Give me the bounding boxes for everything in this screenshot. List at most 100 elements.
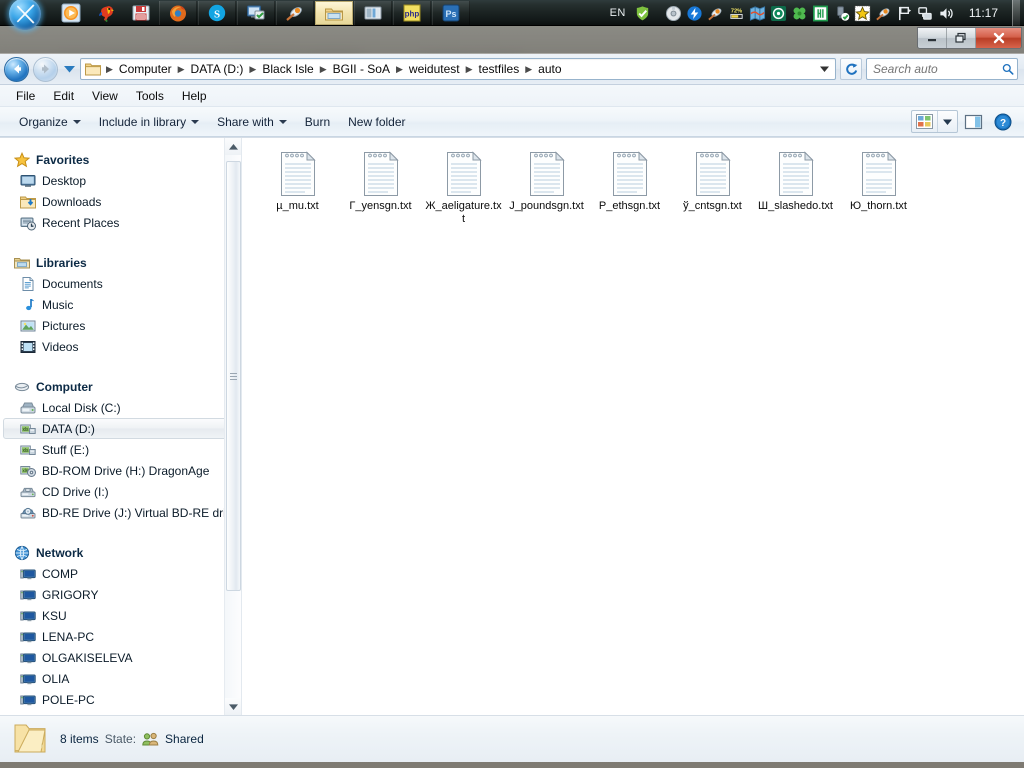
window-titlebar[interactable] xyxy=(0,26,1024,54)
file-item[interactable]: µ_mu.txt xyxy=(256,146,339,228)
search-input[interactable] xyxy=(873,62,1003,76)
nav-group-libraries[interactable]: Libraries xyxy=(0,252,241,273)
network-icon[interactable] xyxy=(917,5,934,22)
disc-icon[interactable] xyxy=(665,5,682,22)
breadcrumb-separator[interactable]: ▶ xyxy=(464,64,475,75)
sidebar-item-downloads[interactable]: Downloads xyxy=(0,191,241,212)
map-icon[interactable] xyxy=(749,5,766,22)
file-item[interactable]: Г_yensgn.txt xyxy=(339,146,422,228)
taskbar-item-php[interactable]: php xyxy=(393,0,431,25)
file-item[interactable]: Ж_aeligature.txt xyxy=(422,146,505,228)
back-button[interactable] xyxy=(4,56,29,82)
clover-icon[interactable] xyxy=(791,5,808,22)
comet2-icon[interactable] xyxy=(875,5,892,22)
taskbar-item-parrot[interactable] xyxy=(89,1,123,25)
taskbar-item-photoshop[interactable]: Ps xyxy=(432,0,470,25)
yellow-burst-icon[interactable] xyxy=(854,4,871,22)
notepad-green-icon[interactable] xyxy=(812,5,829,22)
language-indicator[interactable]: EN xyxy=(606,7,630,19)
breadcrumb-separator[interactable]: ▶ xyxy=(523,64,534,75)
taskbar-item-explorer[interactable] xyxy=(315,0,353,25)
sidebar-item-olia[interactable]: OLIA xyxy=(0,668,241,689)
taskbar-item-firefox[interactable] xyxy=(159,0,197,25)
taskbar-item-save[interactable] xyxy=(124,1,158,25)
start-button[interactable] xyxy=(1,0,49,31)
search-icon[interactable] xyxy=(1002,62,1014,76)
organize-button[interactable]: Organize xyxy=(10,111,90,133)
taskbar-item-remote-desktop[interactable] xyxy=(237,0,275,25)
green-circle-icon[interactable] xyxy=(770,5,787,22)
menu-tools[interactable]: Tools xyxy=(128,87,172,105)
sidebar-item-music[interactable]: Music xyxy=(0,294,241,315)
nav-group-favorites[interactable]: Favorites xyxy=(0,149,241,170)
breadcrumb-item-3[interactable]: BGII - SoA xyxy=(329,60,394,78)
taskbar-item-media-player[interactable] xyxy=(54,1,88,25)
file-list-pane[interactable]: µ_mu.txt Г_yensgn.txt Ж_aeligature.txt J… xyxy=(242,138,1024,715)
file-item[interactable]: J_poundsgn.txt xyxy=(505,146,588,228)
forward-button[interactable] xyxy=(33,56,58,82)
sidebar-item-ksu[interactable]: KSU xyxy=(0,605,241,626)
maximize-button[interactable] xyxy=(947,28,976,48)
change-view-button[interactable] xyxy=(912,111,938,132)
new-folder-button[interactable]: New folder xyxy=(339,111,414,133)
help-button[interactable]: ? xyxy=(989,110,1016,133)
volume-icon[interactable] xyxy=(938,5,955,22)
flag-icon[interactable] xyxy=(896,5,913,22)
taskbar-clock[interactable]: 11:17 xyxy=(959,6,1006,20)
battery-icon[interactable]: 72% xyxy=(728,5,745,22)
shield-check-icon[interactable] xyxy=(634,5,651,22)
sidebar-item-data-d[interactable]: xls DATA (D:) xyxy=(3,418,237,439)
taskbar-item-presentation[interactable] xyxy=(354,0,392,25)
file-item[interactable]: Р_ethsgn.txt xyxy=(588,146,671,228)
share-with-button[interactable]: Share with xyxy=(208,111,296,133)
breadcrumb-item-1[interactable]: DATA (D:) xyxy=(187,60,248,78)
scroll-down-button[interactable] xyxy=(225,698,241,715)
file-item[interactable]: Ш_slashedo.txt xyxy=(754,146,837,228)
breadcrumb-separator[interactable]: ▶ xyxy=(394,64,405,75)
sidebar-item-bd-re-drive-j[interactable]: BD-RE Drive (J:) Virtual BD-RE drive xyxy=(0,502,241,523)
sidebar-item-comp[interactable]: COMP xyxy=(0,563,241,584)
file-item[interactable]: ў_cntsgn.txt xyxy=(671,146,754,228)
sidebar-item-local-disk-c[interactable]: Local Disk (C:) xyxy=(0,397,241,418)
view-options-split-button[interactable] xyxy=(911,110,958,133)
address-bar[interactable]: ▶ Computer ▶ DATA (D:) ▶ Black Isle ▶ BG… xyxy=(80,58,836,80)
preview-pane-button[interactable] xyxy=(960,110,987,133)
menu-view[interactable]: View xyxy=(84,87,126,105)
breadcrumb-separator[interactable]: ▶ xyxy=(176,64,187,75)
usb-check-icon[interactable] xyxy=(833,5,850,22)
nav-group-network[interactable]: Network xyxy=(0,542,241,563)
include-in-library-button[interactable]: Include in library xyxy=(90,111,208,133)
sidebar-item-pictures[interactable]: Pictures xyxy=(0,315,241,336)
navigation-pane-scrollbar[interactable] xyxy=(224,138,241,715)
file-item[interactable]: Ю_thorn.txt xyxy=(837,146,920,228)
recent-pages-button[interactable] xyxy=(62,65,76,73)
sidebar-item-desktop[interactable]: Desktop xyxy=(0,170,241,191)
sidebar-item-stuff-e[interactable]: xls Stuff (E:) xyxy=(0,439,241,460)
sidebar-item-lena-pc[interactable]: LENA-PC xyxy=(0,626,241,647)
burn-button[interactable]: Burn xyxy=(296,111,339,133)
breadcrumb-item-4[interactable]: weidutest xyxy=(405,60,464,78)
menu-help[interactable]: Help xyxy=(174,87,215,105)
minimize-button[interactable] xyxy=(918,28,947,48)
sidebar-item-recent-places[interactable]: Recent Places xyxy=(0,212,241,233)
menu-edit[interactable]: Edit xyxy=(45,87,82,105)
scrollbar-thumb[interactable] xyxy=(226,161,241,591)
menu-file[interactable]: File xyxy=(8,87,43,105)
sidebar-item-pole-pc[interactable]: POLE-PC xyxy=(0,689,241,710)
breadcrumb-item-2[interactable]: Black Isle xyxy=(258,60,317,78)
scrollbar-track[interactable] xyxy=(225,155,241,698)
view-dropdown-button[interactable] xyxy=(938,111,957,132)
scroll-up-button[interactable] xyxy=(225,138,241,155)
sidebar-item-videos[interactable]: Videos xyxy=(0,336,241,357)
breadcrumb-separator[interactable]: ▶ xyxy=(318,64,329,75)
sidebar-item-cd-drive-i[interactable]: CD Drive (I:) xyxy=(0,481,241,502)
close-button[interactable] xyxy=(976,28,1021,48)
flash-icon[interactable] xyxy=(686,5,703,22)
comet-tray-icon[interactable] xyxy=(707,5,724,22)
refresh-button[interactable] xyxy=(840,58,862,80)
breadcrumb-item-5[interactable]: testfiles xyxy=(475,60,524,78)
sidebar-item-documents[interactable]: Documents xyxy=(0,273,241,294)
breadcrumb-item-6[interactable]: auto xyxy=(534,60,565,78)
nav-group-computer[interactable]: Computer xyxy=(0,376,241,397)
show-desktop-button[interactable] xyxy=(1012,0,1020,26)
